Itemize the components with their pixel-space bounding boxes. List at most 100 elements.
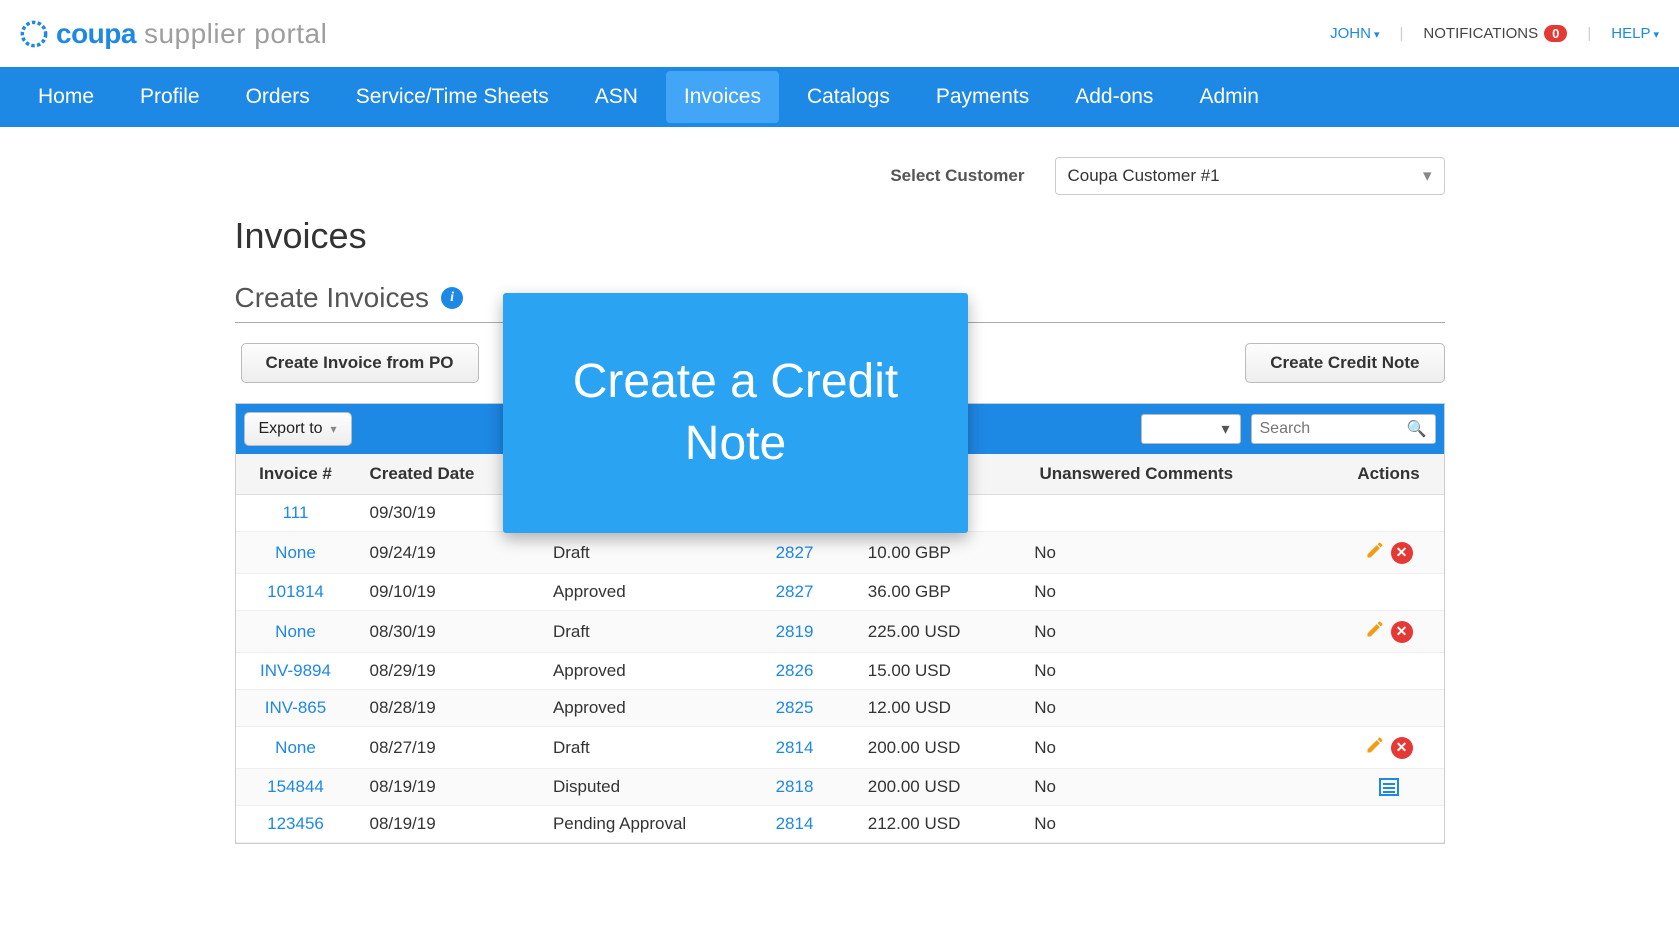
edit-icon[interactable]	[1365, 540, 1385, 565]
chevron-down-icon: ▾	[331, 422, 337, 436]
help-menu[interactable]: HELP▾	[1611, 25, 1659, 42]
actions-cell: ✕	[1334, 727, 1444, 769]
actions-cell	[1334, 690, 1444, 727]
po-link[interactable]: 2827	[776, 582, 814, 601]
po-cell: 2825	[762, 690, 854, 727]
customer-selector-row: Select Customer Coupa Customer #1 ▾	[235, 157, 1445, 195]
total-cell: 225.00 USD	[854, 611, 1021, 653]
export-label: Export to	[259, 420, 323, 438]
nav-asn[interactable]: ASN	[577, 71, 656, 123]
total-cell: 36.00 GBP	[854, 574, 1021, 611]
actions-cell: ✕	[1334, 532, 1444, 574]
unanswered-cell: No	[1020, 653, 1333, 690]
invoice-link[interactable]: 101814	[267, 582, 324, 601]
notifications-link[interactable]: NOTIFICATIONS0	[1423, 25, 1567, 42]
create-invoice-from-po-button[interactable]: Create Invoice from PO	[241, 343, 479, 383]
po-link[interactable]: 2827	[776, 543, 814, 562]
nav-payments[interactable]: Payments	[918, 71, 1047, 123]
search-box[interactable]: 🔍	[1251, 414, 1436, 444]
nav-invoices[interactable]: Invoices	[666, 71, 779, 123]
user-menu[interactable]: JOHN▾	[1330, 25, 1379, 42]
nav-profile[interactable]: Profile	[122, 71, 218, 123]
delete-icon[interactable]: ✕	[1391, 621, 1413, 643]
nav-service-time-sheets[interactable]: Service/Time Sheets	[338, 71, 567, 123]
document-icon[interactable]	[1379, 778, 1399, 796]
create-credit-note-button[interactable]: Create Credit Note	[1245, 343, 1444, 383]
unanswered-cell: No	[1020, 532, 1333, 574]
table-row: None09/24/19Draft282710.00 GBPNo✕	[236, 532, 1444, 574]
logo-main-text: coupa	[56, 18, 136, 50]
po-link[interactable]: 2814	[776, 814, 814, 833]
total-cell: 212.00 USD	[854, 806, 1021, 843]
status-cell: Pending Approval	[539, 806, 762, 843]
actions-cell	[1334, 574, 1444, 611]
col-invoice[interactable]: Invoice #	[236, 454, 356, 495]
customer-select[interactable]: Coupa Customer #1 ▾	[1055, 157, 1445, 195]
po-link[interactable]: 2825	[776, 698, 814, 717]
delete-icon[interactable]: ✕	[1391, 737, 1413, 759]
col-unanswered[interactable]: UnanswUnanswered Comments	[1020, 454, 1333, 495]
created-cell: 08/30/19	[356, 611, 539, 653]
nav-orders[interactable]: Orders	[228, 71, 328, 123]
view-select[interactable]: ▾	[1141, 414, 1241, 444]
unanswered-cell: No	[1020, 690, 1333, 727]
invoice-link[interactable]: 111	[283, 503, 309, 522]
nav-catalogs[interactable]: Catalogs	[789, 71, 908, 123]
search-icon[interactable]: 🔍	[1407, 419, 1427, 439]
invoice-link[interactable]: 123456	[267, 814, 324, 833]
table-row: INV-989408/29/19Approved282615.00 USDNo	[236, 653, 1444, 690]
created-cell: 08/29/19	[356, 653, 539, 690]
table-row: 15484408/19/19Disputed2818200.00 USDNo	[236, 769, 1444, 806]
po-link[interactable]: 2819	[776, 622, 814, 641]
invoice-link[interactable]: None	[275, 622, 316, 641]
status-cell: Disputed	[539, 769, 762, 806]
chevron-down-icon: ▾	[1653, 29, 1659, 41]
notifications-badge: 0	[1544, 25, 1567, 42]
edit-icon[interactable]	[1365, 735, 1385, 760]
table-row: INV-865 08/28/19Approved 2825 12.00 USDNo	[236, 690, 1444, 727]
nav-home[interactable]: Home	[20, 71, 112, 123]
created-cell: 08/28/19	[356, 690, 539, 727]
chevron-down-icon: ▾	[1221, 419, 1229, 439]
export-to-button[interactable]: Export to ▾	[244, 412, 352, 446]
unanswered-cell: No	[1020, 574, 1333, 611]
actions-cell	[1334, 495, 1444, 532]
po-link[interactable]: 2826	[776, 661, 814, 680]
nav-add-ons[interactable]: Add-ons	[1057, 71, 1171, 123]
po-cell: 2814	[762, 806, 854, 843]
created-cell: 09/24/19	[356, 532, 539, 574]
delete-icon[interactable]: ✕	[1391, 542, 1413, 564]
actions-cell: ✕	[1334, 611, 1444, 653]
unanswered-cell: No	[1020, 806, 1333, 843]
coupa-logo-icon	[20, 20, 48, 48]
customer-selected-value: Coupa Customer #1	[1068, 166, 1220, 186]
status-cell: Approved	[539, 690, 762, 727]
invoice-link[interactable]: INV-865	[265, 698, 326, 717]
divider: |	[1400, 25, 1404, 42]
edit-icon[interactable]	[1365, 619, 1385, 644]
total-cell: 200.00 USD	[854, 769, 1021, 806]
nav-admin[interactable]: Admin	[1181, 71, 1277, 123]
status-cell: Draft	[539, 611, 762, 653]
create-invoices-label: Create Invoices	[235, 282, 430, 314]
actions-cell	[1334, 653, 1444, 690]
invoice-link[interactable]: INV-9894	[260, 661, 331, 680]
po-cell: 2827	[762, 574, 854, 611]
info-icon[interactable]: i	[441, 287, 463, 309]
user-name-label: JOHN	[1330, 25, 1371, 42]
po-link[interactable]: 2818	[776, 777, 814, 796]
invoice-link[interactable]: None	[275, 543, 316, 562]
created-cell: 09/10/19	[356, 574, 539, 611]
po-link[interactable]: 2814	[776, 738, 814, 757]
page-title: Invoices	[235, 215, 1445, 257]
total-cell: 10.00 GBP	[854, 532, 1021, 574]
divider: |	[1587, 25, 1591, 42]
total-cell: 200.00 USD	[854, 727, 1021, 769]
search-input[interactable]	[1260, 420, 1400, 438]
invoice-link[interactable]: 154844	[267, 777, 324, 796]
col-actions[interactable]: Actions	[1334, 454, 1444, 495]
created-cell: 08/27/19	[356, 727, 539, 769]
invoice-link[interactable]: None	[275, 738, 316, 757]
total-cell: 12.00 USD	[854, 690, 1021, 727]
unanswered-cell: No	[1020, 769, 1333, 806]
